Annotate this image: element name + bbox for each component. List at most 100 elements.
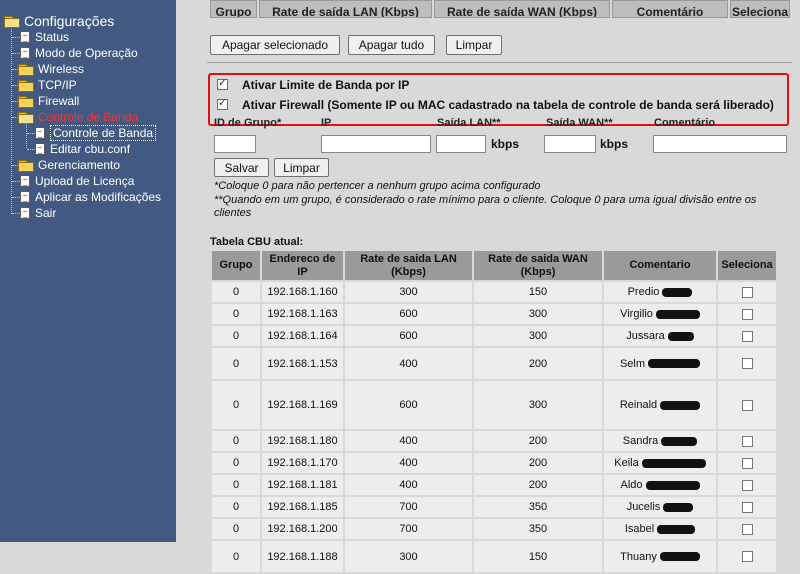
row-select-checkbox[interactable] — [741, 435, 753, 447]
cell-comment: Virgilio — [604, 304, 716, 324]
group-id-input[interactable] — [214, 135, 256, 153]
row-select-checkbox[interactable] — [741, 358, 753, 370]
folder-icon — [18, 79, 34, 92]
cell-wan: 350 — [474, 497, 602, 517]
comment-label: Comentário — [654, 117, 716, 129]
table-row: 0 192.168.1.153 400 200 Selm — [212, 348, 776, 379]
page-icon — [20, 207, 30, 219]
bandwidth-limit-label: Ativar Limite de Banda por IP — [242, 78, 410, 92]
sidebar-item-controle-banda[interactable]: Controle de Banda — [18, 109, 138, 125]
cell-group: 0 — [212, 381, 260, 429]
cell-comment: Keila — [604, 453, 716, 473]
comment-text: Selm — [619, 357, 646, 370]
cell-ip: 192.168.1.188 — [262, 541, 343, 572]
col-header-comentario: Comentario — [604, 251, 716, 280]
row-select-checkbox[interactable] — [741, 551, 753, 563]
redaction-mark — [659, 552, 700, 562]
cell-group: 0 — [212, 453, 260, 473]
comment-text: Keila — [614, 457, 639, 469]
cell-select — [718, 431, 776, 451]
sidebar-item-label: Upload de Licença — [35, 174, 135, 188]
clear-form-button[interactable]: Limpar — [274, 158, 329, 177]
cell-group: 0 — [212, 497, 260, 517]
cell-comment: Aldo — [604, 475, 716, 495]
comment-text: Thuany — [620, 550, 657, 563]
top-header-wan: Rate de saída WAN (Kbps) — [434, 0, 610, 18]
lan-label: Saída LAN** — [437, 117, 501, 129]
tree-root-configuracoes[interactable]: Configurações — [4, 13, 114, 29]
table-row: 0 192.168.1.180 400 200 Sandra — [212, 431, 776, 451]
cell-ip: 192.168.1.163 — [262, 304, 343, 324]
cell-wan: 150 — [474, 541, 602, 572]
delete-selected-button[interactable]: Apagar selecionado — [210, 35, 340, 55]
cell-group: 0 — [212, 282, 260, 302]
cell-lan: 300 — [345, 541, 472, 572]
page-icon — [20, 175, 30, 187]
wan-unit: kbps — [600, 137, 629, 151]
cell-comment: Thuany — [604, 541, 716, 572]
row-select-checkbox[interactable] — [741, 308, 753, 320]
cell-comment: Jussara — [604, 326, 716, 346]
row-select-checkbox[interactable] — [741, 457, 753, 469]
sidebar-item-sair[interactable]: Sair — [20, 205, 56, 221]
cell-select — [718, 475, 776, 495]
firewall-checkbox[interactable] — [217, 96, 228, 110]
table-row: 0 192.168.1.200 700 350 Isabel — [212, 519, 776, 539]
cell-group: 0 — [212, 519, 260, 539]
sidebar-item-upload-licenca[interactable]: Upload de Licença — [20, 173, 134, 189]
delete-all-button[interactable]: Apagar tudo — [348, 35, 435, 55]
top-header-seleciona: Seleciona — [730, 0, 790, 18]
table-header-row: Grupo Endereco de IP Rate de saida LAN (… — [212, 251, 776, 280]
sidebar-subitem-editar-cbu[interactable]: Editar cbu.conf — [35, 141, 130, 157]
cell-lan: 600 — [345, 304, 472, 324]
note-rate: **Quando em um grupo, é considerado o ra… — [214, 194, 757, 219]
folder-icon — [18, 95, 34, 108]
redaction-mark — [663, 502, 694, 512]
comment-input[interactable] — [653, 135, 787, 153]
row-select-checkbox[interactable] — [741, 330, 753, 342]
cell-lan: 600 — [345, 381, 472, 429]
lan-rate-input[interactable] — [436, 135, 486, 153]
save-button[interactable]: Salvar — [214, 158, 269, 177]
col-header-lan: Rate de saida LAN (Kbps) — [345, 251, 472, 280]
sidebar-item-modo-operacao[interactable]: Modo de Operação — [20, 45, 138, 61]
sidebar-item-label: TCP/IP — [38, 78, 77, 92]
sidebar-item-tcpip[interactable]: TCP/IP — [18, 77, 77, 93]
comment-text: Sandra — [622, 435, 659, 447]
sidebar-item-firewall[interactable]: Firewall — [18, 93, 79, 109]
cell-group: 0 — [212, 431, 260, 451]
redaction-mark — [661, 436, 698, 446]
sidebar-item-gerenciamento[interactable]: Gerenciamento — [18, 157, 120, 173]
sidebar-item-wireless[interactable]: Wireless — [18, 61, 84, 77]
page-icon — [35, 127, 45, 139]
sidebar-item-aplicar-modificacoes[interactable]: Aplicar as Modificações — [20, 189, 161, 205]
wan-rate-input[interactable] — [544, 135, 596, 153]
row-select-checkbox[interactable] — [741, 286, 753, 298]
comment-text: Aldo — [620, 479, 643, 491]
col-header-grupo: Grupo — [212, 251, 260, 280]
cell-ip: 192.168.1.164 — [262, 326, 343, 346]
cell-comment: Jucelis — [604, 497, 716, 517]
cell-ip: 192.168.1.200 — [262, 519, 343, 539]
table-row: 0 192.168.1.181 400 200 Aldo — [212, 475, 776, 495]
sidebar-item-status[interactable]: Status — [20, 29, 69, 45]
table-row: 0 192.168.1.169 600 300 Reinald — [212, 381, 776, 429]
cell-ip: 192.168.1.181 — [262, 475, 343, 495]
cell-group: 0 — [212, 541, 260, 572]
cell-wan: 300 — [474, 326, 602, 346]
row-select-checkbox[interactable] — [741, 479, 753, 491]
ip-input[interactable] — [321, 135, 431, 153]
redaction-mark — [667, 331, 694, 341]
sidebar-subitem-controle-banda[interactable]: Controle de Banda — [35, 125, 157, 141]
row-select-checkbox[interactable] — [741, 399, 753, 411]
clear-table-button[interactable]: Limpar — [446, 35, 502, 55]
bandwidth-limit-checkbox[interactable] — [217, 76, 228, 90]
cell-select — [718, 348, 776, 379]
cell-group: 0 — [212, 326, 260, 346]
row-select-checkbox[interactable] — [741, 501, 753, 513]
cell-wan: 300 — [474, 304, 602, 324]
cell-select — [718, 282, 776, 302]
folder-icon — [18, 63, 34, 76]
row-select-checkbox[interactable] — [741, 523, 753, 535]
sidebar-item-label: Wireless — [38, 62, 85, 76]
